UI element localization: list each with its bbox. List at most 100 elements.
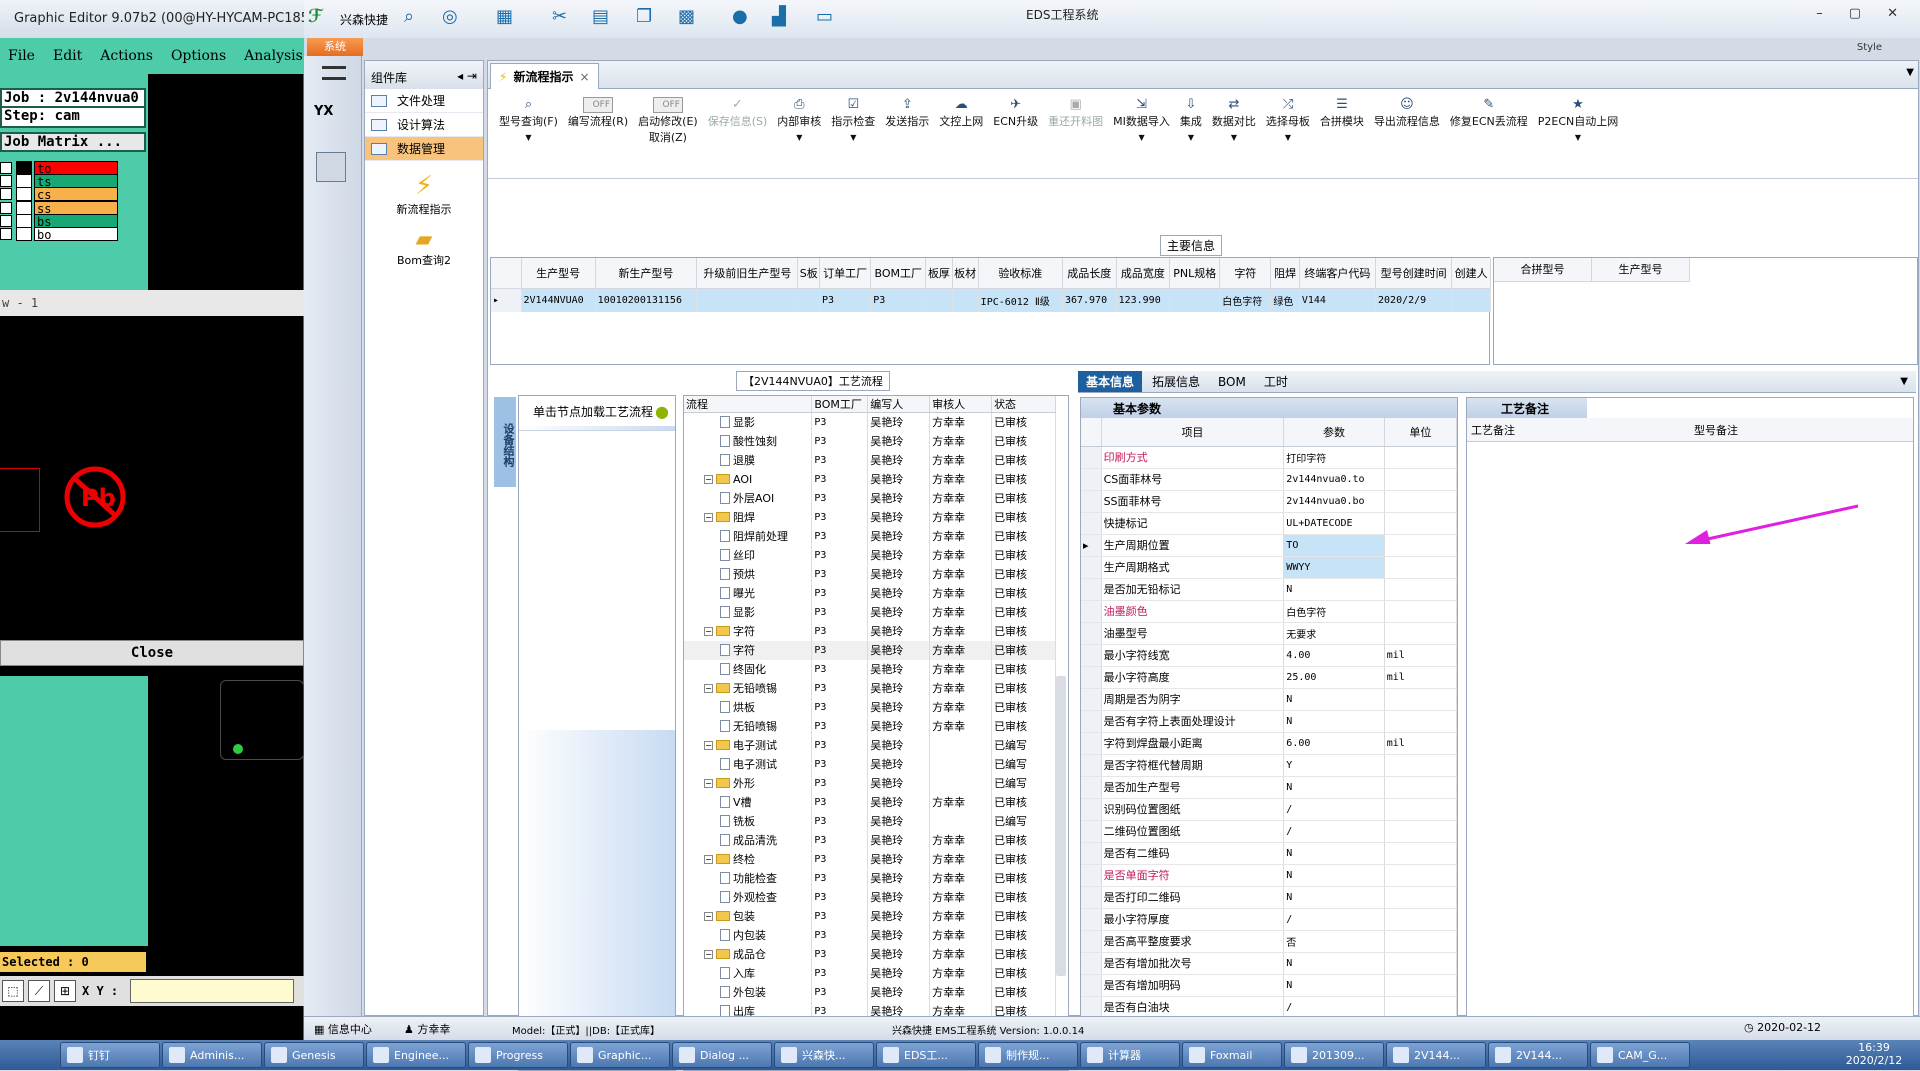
layer-checkbox[interactable]: [0, 188, 12, 201]
param-row[interactable]: 识别码位置图纸 /: [1081, 798, 1458, 821]
tree-row[interactable]: − 成品仓 P3 吴艳玲 方幸幸 已审核: [684, 944, 1056, 964]
taskbar-item[interactable]: EDS工...: [876, 1042, 976, 1068]
component-item[interactable]: 设计算法: [365, 113, 483, 137]
tree-node[interactable]: − 成品仓: [686, 946, 809, 962]
tree-node[interactable]: 曝光: [686, 585, 809, 601]
tree-row[interactable]: 退膜 P3 吴艳玲 方幸幸 已审核: [684, 450, 1056, 470]
measure-icon[interactable]: ⟋: [28, 980, 50, 1002]
tree-node[interactable]: 无铅喷锡: [686, 718, 809, 734]
chevron-down-icon[interactable]: ▼: [1285, 133, 1291, 142]
tree-row[interactable]: 铣板 P3 吴艳玲 已编写: [684, 811, 1056, 831]
tree-row[interactable]: 无铅喷锡 P3 吴艳玲 方幸幸 已审核: [684, 716, 1056, 736]
tree-node[interactable]: 终固化: [686, 661, 809, 677]
tree-node[interactable]: − 电子测试: [686, 737, 809, 753]
layer-checkbox[interactable]: [0, 228, 12, 240]
tree-row[interactable]: 字符 P3 吴艳玲 方幸幸 已审核: [684, 640, 1056, 660]
system-tab[interactable]: 系统: [307, 38, 363, 56]
tree-node[interactable]: 丝印: [686, 547, 809, 563]
ribbon-button[interactable]: ⇪ 发送指示: [880, 97, 934, 178]
param-value[interactable]: /: [1283, 908, 1385, 931]
main-cell[interactable]: [925, 288, 953, 312]
tree-node[interactable]: − 包装: [686, 908, 809, 924]
ge-menu-item[interactable]: Edit: [53, 48, 82, 74]
ge-menu-item[interactable]: Actions: [100, 48, 153, 74]
user-icon[interactable]: ●: [732, 6, 748, 27]
param-value[interactable]: /: [1283, 798, 1385, 821]
param-row[interactable]: 是否字符框代替周期 Y: [1081, 754, 1458, 777]
main-cell[interactable]: 白色字符: [1219, 288, 1272, 312]
component-item[interactable]: 数据管理: [365, 137, 483, 161]
param-value[interactable]: 无要求: [1283, 622, 1385, 645]
tree-node[interactable]: 外观检查: [686, 889, 809, 905]
close-icon[interactable]: ✕: [1887, 6, 1898, 21]
copy-icon[interactable]: ❐: [636, 6, 652, 27]
param-value[interactable]: N: [1283, 776, 1385, 799]
param-row[interactable]: 生产周期格式 WWYY: [1081, 556, 1458, 579]
tree-col-header[interactable]: 状态: [991, 396, 1056, 413]
main-cell[interactable]: P3: [870, 288, 927, 312]
ribbon-button[interactable]: ☰ 合拼模块: [1315, 97, 1369, 178]
tree-row[interactable]: − 外形 P3 吴艳玲 已编写: [684, 773, 1056, 793]
taskbar-item[interactable]: 2V144...: [1386, 1042, 1486, 1068]
param-value[interactable]: 4.00: [1283, 644, 1385, 667]
tree-node[interactable]: 内包装: [686, 927, 809, 943]
main-col-header[interactable]: 成品长度: [1062, 258, 1117, 289]
param-row[interactable]: 印刷方式 打印字符: [1081, 446, 1458, 469]
tree-node[interactable]: 功能检查: [686, 870, 809, 886]
param-col-header[interactable]: 参数: [1283, 418, 1385, 447]
param-row[interactable]: ▸ 生产周期位置 TO: [1081, 534, 1458, 557]
ribbon-button[interactable]: ⇩ 集成 ▼: [1175, 97, 1207, 178]
close-tab-icon[interactable]: ×: [579, 70, 589, 84]
chevron-down-icon[interactable]: ▼: [796, 133, 802, 142]
param-row[interactable]: 最小字符高度 25.00 mil: [1081, 666, 1458, 689]
param-value[interactable]: N: [1283, 952, 1385, 975]
tree-node[interactable]: − 字符: [686, 623, 809, 639]
param-value[interactable]: 2v144nvua0.to: [1283, 468, 1385, 491]
bi-tab[interactable]: 基本信息: [1078, 371, 1143, 392]
tree-node[interactable]: 外包装: [686, 984, 809, 1000]
tree-row[interactable]: 入库 P3 吴艳玲 方幸幸 已审核: [684, 963, 1056, 983]
tree-row[interactable]: 阻焊前处理 P3 吴艳玲 方幸幸 已审核: [684, 526, 1056, 546]
param-value[interactable]: TO: [1283, 534, 1385, 557]
param-row[interactable]: 字符到焊盘最小距离 6.00 mil: [1081, 732, 1458, 755]
param-row[interactable]: 是否有增加明码 N: [1081, 974, 1458, 997]
param-value[interactable]: 白色字符: [1283, 600, 1385, 623]
main-col-header[interactable]: BOM工厂: [870, 258, 927, 289]
param-value[interactable]: 2v144nvua0.bo: [1283, 490, 1385, 513]
param-col-header[interactable]: 项目: [1101, 418, 1285, 447]
param-row[interactable]: 是否打印二维码 N: [1081, 886, 1458, 909]
taskbar-item[interactable]: Enginee...: [366, 1042, 466, 1068]
main-col-header[interactable]: 成品宽度: [1116, 258, 1171, 289]
ge-close-button[interactable]: Close: [0, 640, 304, 666]
taskbar-item[interactable]: 制作规...: [978, 1042, 1078, 1068]
taskbar-item[interactable]: Adminis...: [162, 1042, 262, 1068]
tree-scrollbar[interactable]: [1056, 676, 1066, 976]
taskbar-item[interactable]: 201309...: [1284, 1042, 1384, 1068]
main-col-header[interactable]: 终端客户代码: [1299, 258, 1377, 289]
tree-col-header[interactable]: 编写人: [867, 396, 931, 413]
ribbon-button[interactable]: ☑ 指示检查 ▼: [826, 97, 880, 178]
search-icon[interactable]: ⌕: [404, 6, 414, 27]
style-dropdown[interactable]: Style: [1857, 42, 1882, 53]
toggle-switch[interactable]: OFF: [652, 97, 683, 113]
ribbon-button[interactable]: ⎙ 内部审核 ▼: [772, 97, 826, 178]
main-col-header[interactable]: 订单工厂: [819, 258, 872, 289]
layer-checkbox[interactable]: [0, 214, 12, 227]
table-icon[interactable]: ▦: [496, 6, 513, 27]
main-cell[interactable]: [797, 288, 821, 312]
tree-node[interactable]: 阻焊前处理: [686, 528, 809, 544]
main-col-header[interactable]: 阻焊: [1270, 258, 1300, 289]
expand-icon[interactable]: −: [704, 854, 713, 864]
main-cell[interactable]: IPC-6012 Ⅱ级: [978, 288, 1063, 312]
param-col-header[interactable]: 单位: [1384, 418, 1458, 447]
component-item[interactable]: 文件处理: [365, 89, 483, 113]
param-row[interactable]: 是否有字符上表面处理设计 N: [1081, 710, 1458, 733]
info-center[interactable]: ▦ 信息中心: [314, 1021, 372, 1037]
param-row[interactable]: 快捷标记 UL+DATECODE: [1081, 512, 1458, 535]
param-row[interactable]: 油墨颜色 白色字符: [1081, 600, 1458, 623]
param-value[interactable]: N: [1283, 842, 1385, 865]
bi-tab[interactable]: 拓展信息: [1144, 371, 1208, 392]
expand-icon[interactable]: −: [704, 740, 713, 750]
param-value[interactable]: WWYY: [1283, 556, 1385, 579]
param-value[interactable]: N: [1283, 688, 1385, 711]
